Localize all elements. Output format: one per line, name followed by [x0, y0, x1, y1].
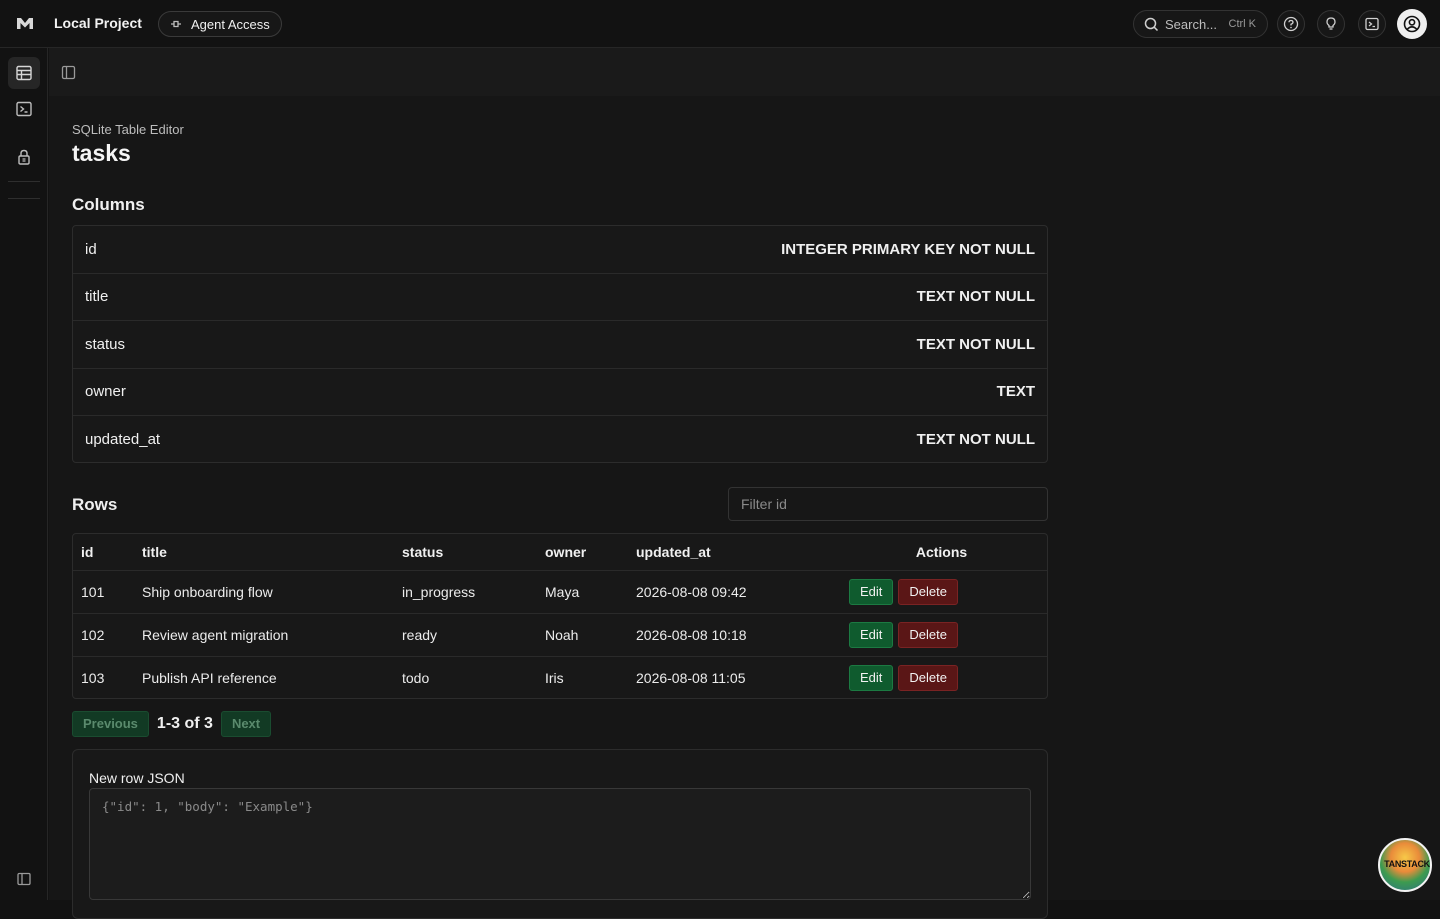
panel-toggle-icon[interactable]	[61, 65, 76, 80]
header-title: title	[142, 534, 402, 571]
cell-owner: Noah	[545, 613, 636, 657]
cell-updated-at: 2026-08-08 09:42	[636, 570, 836, 614]
column-type: TEXT NOT NULL	[916, 431, 1035, 449]
column-row: title TEXT NOT NULL	[73, 274, 1047, 321]
user-icon	[1403, 15, 1421, 33]
header-updated-at: updated_at	[636, 534, 836, 571]
help-icon	[1283, 16, 1299, 32]
delete-row-button[interactable]: Delete	[898, 578, 958, 605]
tanstack-label: TANSTACK	[1384, 859, 1430, 869]
cell-updated-at: 2026-08-08 10:18	[636, 613, 836, 657]
column-type: TEXT NOT NULL	[916, 288, 1035, 306]
column-name: updated_at	[85, 431, 161, 449]
table-row: 103 Publish API reference todo Iris 2026…	[73, 656, 1047, 699]
edit-row-button[interactable]: Edit	[849, 578, 894, 605]
rows-table-container: id title status owner updated_at Actions…	[72, 533, 1048, 699]
cell-actions: Edit Delete	[836, 613, 1047, 657]
cell-actions: Edit Delete	[836, 570, 1047, 614]
column-row: updated_at TEXT NOT NULL	[73, 416, 1047, 464]
tanstack-devtools-button[interactable]: TANSTACK	[1378, 838, 1432, 892]
help-button[interactable]	[1277, 10, 1305, 38]
cell-id: 102	[73, 613, 142, 657]
next-page-button[interactable]: Next	[220, 711, 272, 737]
previous-page-button[interactable]: Previous	[72, 711, 149, 737]
tips-button[interactable]	[1317, 10, 1345, 38]
header-owner: owner	[545, 534, 636, 571]
search-icon	[1144, 17, 1159, 31]
cell-owner: Iris	[545, 669, 564, 686]
top-bar: Local Project Agent Access Search... Ctr…	[0, 0, 1440, 48]
cell-title: Publish API reference	[142, 669, 277, 686]
console-button[interactable]	[1358, 10, 1386, 38]
pagination-range: 1-3 of 3	[156, 715, 213, 732]
rows-table: id title status owner updated_at Actions…	[73, 534, 1047, 699]
table-header-row: id title status owner updated_at Actions	[73, 534, 1047, 571]
sidebar-item-sql-editor[interactable]	[8, 93, 40, 125]
user-avatar[interactable]	[1397, 9, 1427, 39]
terminal-icon	[1365, 17, 1379, 31]
sidebar-divider	[8, 198, 40, 199]
header-id: id	[73, 534, 142, 571]
new-row-label: New row JSON	[89, 770, 185, 786]
sidebar-collapse-button[interactable]	[8, 863, 40, 895]
sub-toolbar	[49, 48, 1440, 96]
column-row: owner TEXT	[73, 369, 1047, 416]
column-name: status	[85, 335, 126, 353]
sidebar-toggle-icon	[17, 872, 31, 886]
sidebar-item-auth[interactable]	[8, 141, 40, 173]
cell-title: Ship onboarding flow	[142, 570, 402, 614]
edit-row-button[interactable]: Edit	[849, 621, 894, 648]
filter-id-input[interactable]	[728, 487, 1048, 521]
cell-updated-at: 2026-08-08 11:05	[636, 669, 746, 686]
table-icon	[16, 65, 32, 81]
pagination: Previous 1-3 of 3 Next	[72, 711, 272, 737]
agent-access-label: Agent Access	[191, 16, 270, 32]
left-sidebar	[0, 48, 48, 900]
plug-icon	[171, 20, 181, 28]
sidebar-item-tables[interactable]	[8, 57, 40, 89]
cell-id: 103	[81, 669, 105, 686]
column-name: title	[85, 288, 109, 306]
agent-access-button[interactable]: Agent Access	[158, 11, 282, 37]
sidebar-divider	[8, 181, 40, 182]
search-shortcut: Ctrl K	[1228, 18, 1257, 30]
edit-row-button[interactable]: Edit	[849, 664, 894, 691]
column-row: status TEXT NOT NULL	[73, 321, 1047, 369]
header-status: status	[402, 534, 545, 571]
lock-icon	[18, 149, 30, 165]
page-kicker: SQLite Table Editor	[72, 122, 184, 137]
columns-heading: Columns	[72, 195, 145, 214]
column-type: INTEGER PRIMARY KEY NOT NULL	[781, 240, 1035, 258]
cell-owner: Maya	[545, 570, 636, 614]
header-actions: Actions	[836, 534, 1047, 571]
table-row: 102 Review agent migration ready Noah 20…	[73, 613, 1047, 657]
lightbulb-icon	[1326, 17, 1336, 30]
columns-list: id INTEGER PRIMARY KEY NOT NULL title TE…	[72, 225, 1048, 463]
column-name: id	[85, 240, 97, 258]
terminal-icon	[16, 101, 32, 117]
column-type: TEXT NOT NULL	[916, 335, 1035, 353]
rows-heading: Rows	[72, 495, 118, 514]
table-row: 101 Ship onboarding flow in_progress May…	[73, 570, 1047, 614]
cell-status: ready	[402, 613, 545, 657]
column-name: owner	[85, 383, 126, 401]
new-row-panel: New row JSON	[72, 749, 1048, 919]
cell-title: Review agent migration	[142, 613, 402, 657]
project-name[interactable]: Local Project	[54, 15, 142, 31]
cell-id: 101	[73, 570, 142, 614]
page-title: tasks	[72, 140, 131, 166]
delete-row-button[interactable]: Delete	[898, 621, 958, 648]
search-input[interactable]: Search... Ctrl K	[1133, 10, 1268, 38]
column-type: TEXT	[996, 383, 1035, 401]
column-row: id INTEGER PRIMARY KEY NOT NULL	[73, 226, 1047, 274]
new-row-json-input[interactable]	[89, 788, 1031, 900]
search-placeholder: Search...	[1165, 16, 1218, 32]
cell-status: todo	[402, 669, 430, 686]
delete-row-button[interactable]: Delete	[898, 664, 958, 691]
cell-status: in_progress	[402, 570, 545, 614]
cell-actions: Edit Delete	[836, 656, 1047, 699]
app-logo-icon[interactable]	[16, 14, 34, 32]
